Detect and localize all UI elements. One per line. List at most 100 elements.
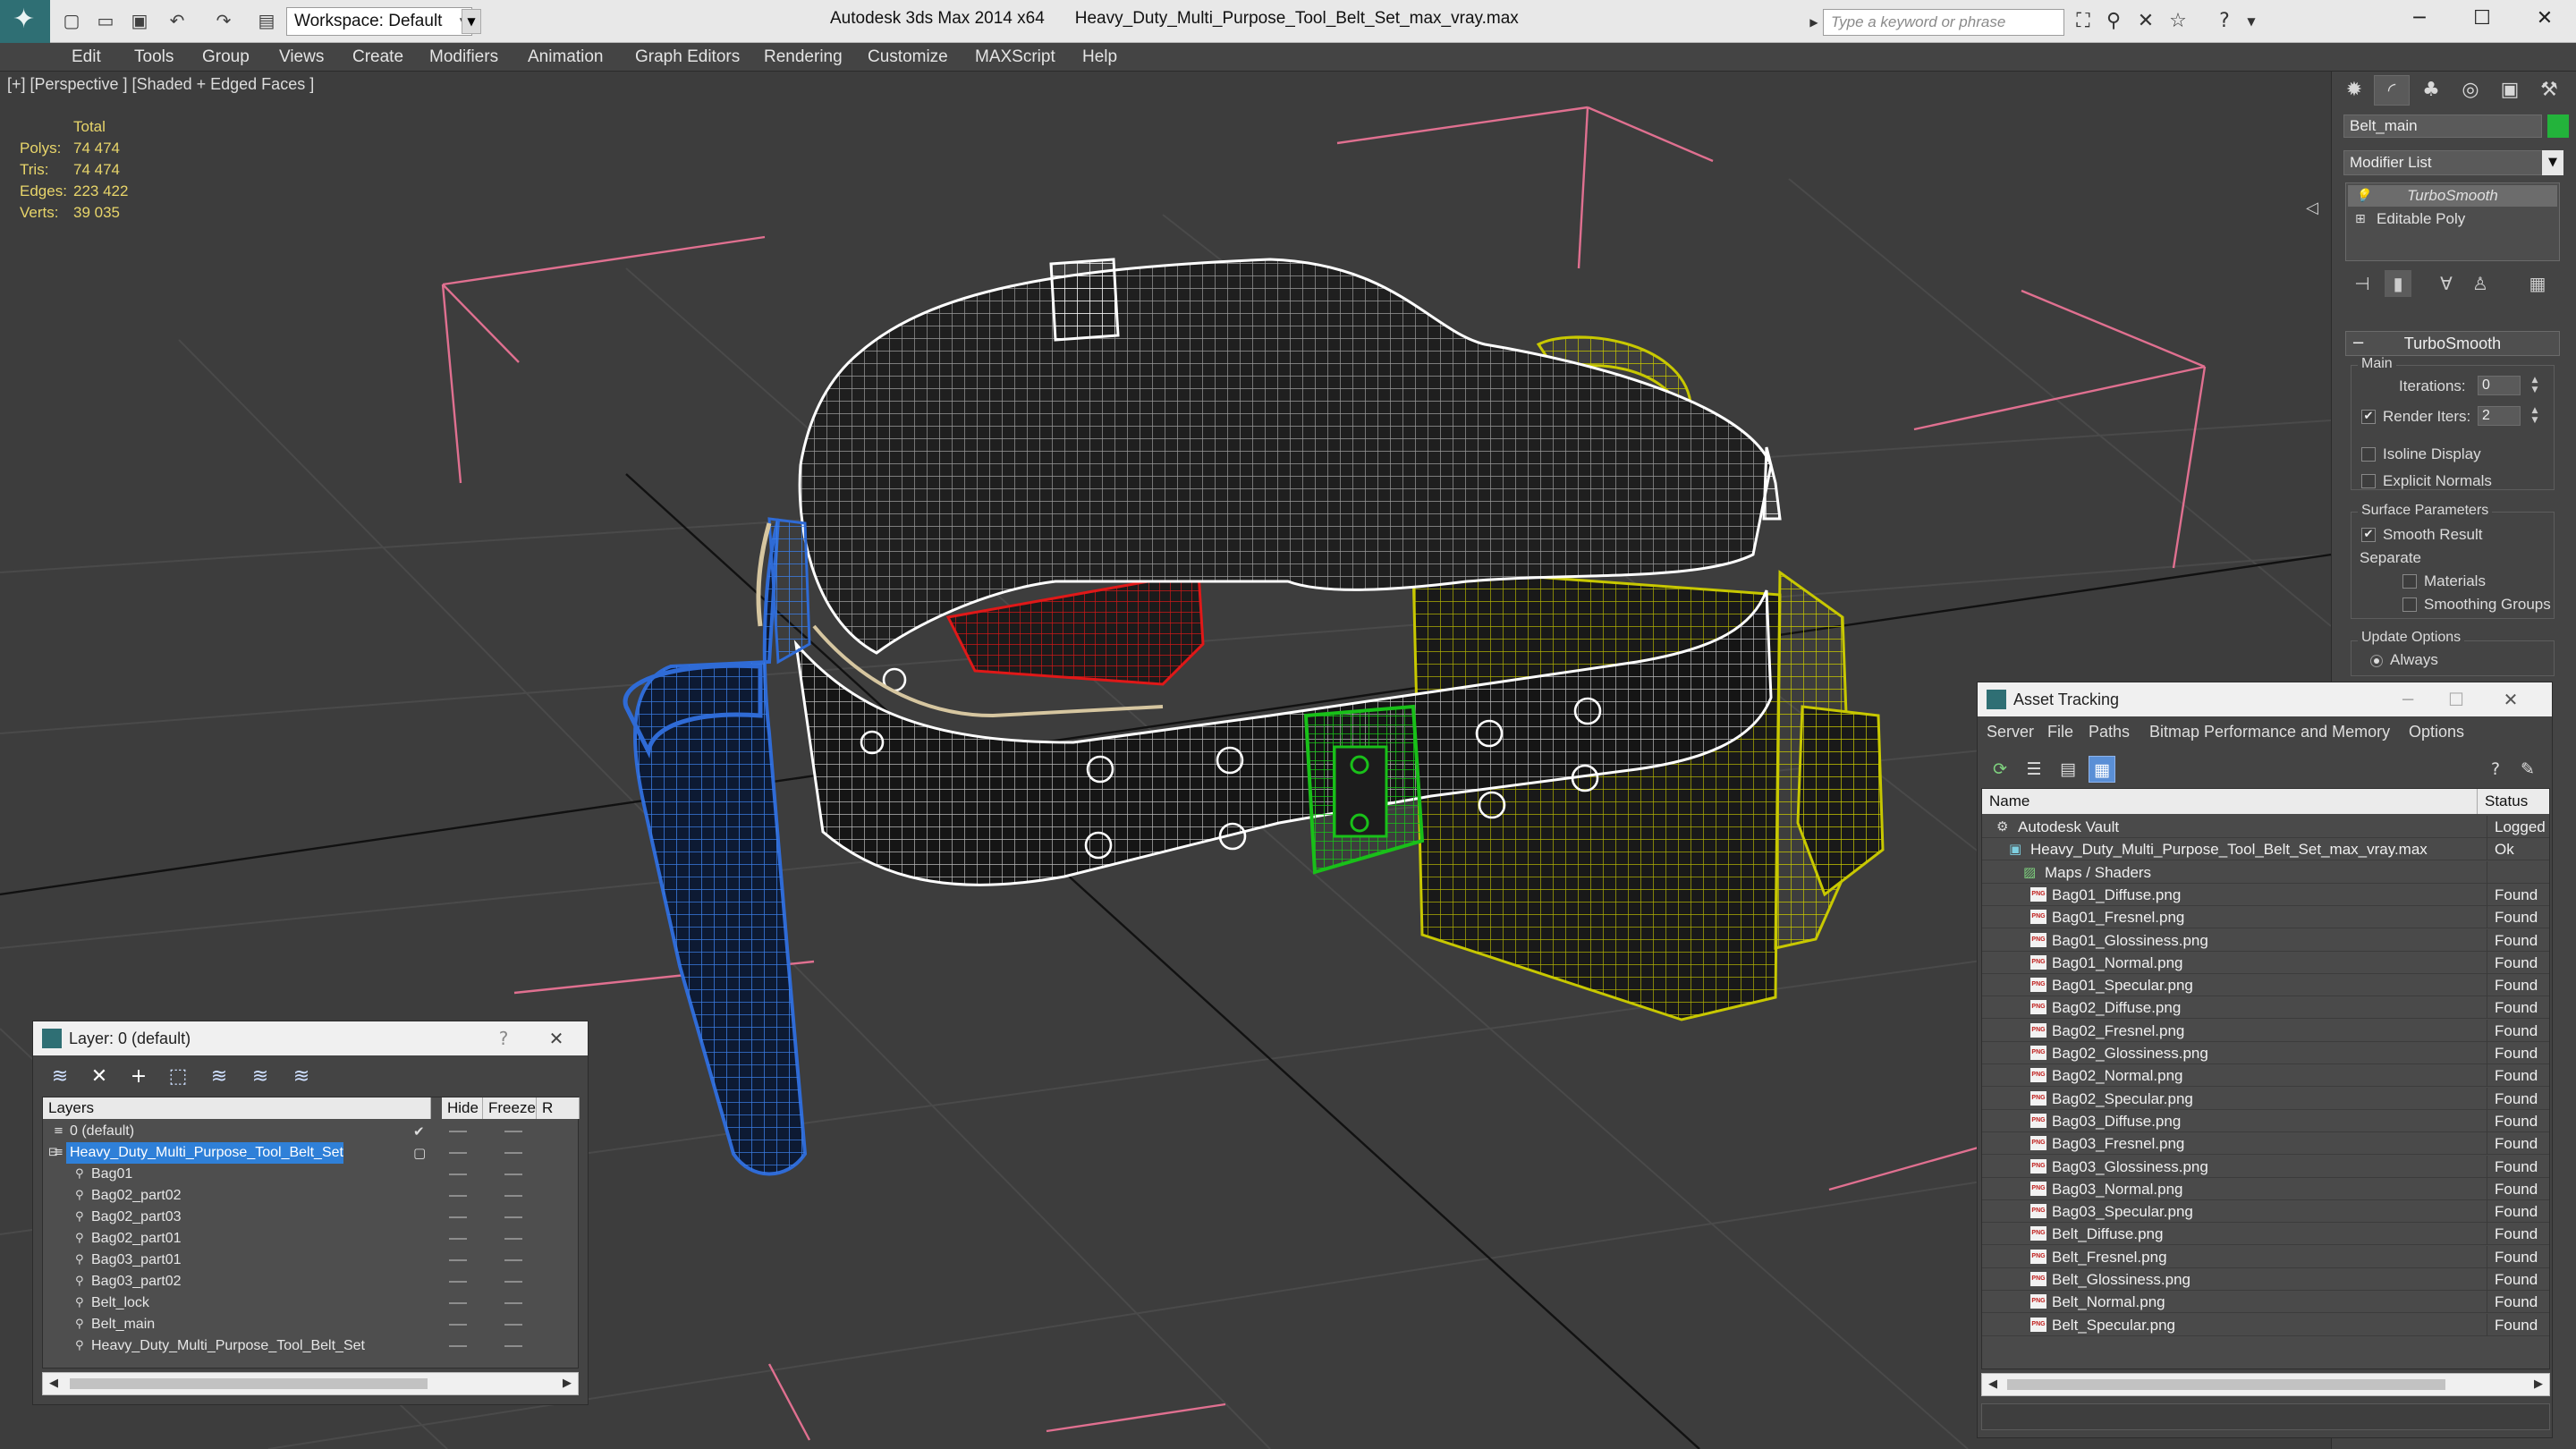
freeze-toggle[interactable] (504, 1238, 522, 1240)
menu-views[interactable]: Views (279, 43, 324, 72)
menu-tools[interactable]: Tools (134, 43, 174, 72)
scroll-right-icon[interactable]: ▶ (556, 1373, 578, 1394)
help-options-icon[interactable]: ✎ (2514, 756, 2541, 783)
freeze-toggle[interactable] (504, 1131, 522, 1132)
freeze-toggle[interactable] (504, 1174, 522, 1175)
smooth-result-checkbox[interactable]: ✔ (2361, 528, 2376, 542)
iterations-spinner[interactable]: 0 (2478, 376, 2521, 395)
menu-customize[interactable]: Customize (868, 43, 948, 72)
asset-menu-options[interactable]: Options (2409, 718, 2464, 745)
select-objects-icon[interactable]: ⬚ (160, 1061, 196, 1093)
layer-horizontal-scrollbar[interactable]: ◀ ▶ (42, 1372, 579, 1395)
asset-row[interactable]: PNG Belt_Fresnel.png Found (1982, 1245, 2549, 1268)
asset-row[interactable]: PNG Belt_Glossiness.png Found (1982, 1268, 2549, 1291)
chevron-down-icon[interactable]: ▼ (2542, 150, 2563, 175)
workspace-dropdown[interactable]: Workspace: Default▼ (286, 7, 472, 36)
scroll-right-icon[interactable]: ▶ (2528, 1374, 2549, 1395)
redo-icon[interactable]: ↷ (211, 8, 236, 33)
panel-collapse-arrow-icon[interactable]: ◁ (2306, 199, 2318, 217)
smoothing-groups-checkbox[interactable] (2402, 597, 2417, 612)
column-name[interactable]: Name (1982, 789, 2478, 814)
grid-view-icon[interactable]: ▦ (2089, 756, 2115, 783)
lightbulb-icon[interactable]: 💡 (2355, 185, 2370, 207)
menu-modifiers[interactable]: Modifiers (429, 43, 498, 72)
subscription-icon[interactable]: ⚲ (2100, 8, 2127, 35)
layer-object-row[interactable]: ⚲ Belt_lock (43, 1292, 578, 1314)
project-icon[interactable]: ▤ (254, 8, 279, 33)
save-icon[interactable]: ▣ (127, 8, 152, 33)
asset-row[interactable]: ▨ Maps / Shaders (1982, 860, 2549, 884)
layer-object-row[interactable]: ⚲ Bag03_part02 (43, 1271, 578, 1292)
freeze-toggle[interactable] (504, 1259, 522, 1261)
configure-sets-icon[interactable]: ▦ (2524, 270, 2551, 297)
layer-row[interactable]: ≡ ⊟ Heavy_Duty_Multi_Purpose_Tool_Belt_Set… (43, 1142, 578, 1164)
search-expand-icon[interactable]: ▶ (1805, 9, 1823, 36)
help-icon[interactable]: ? (2482, 756, 2509, 783)
column-freeze[interactable]: Freeze (483, 1097, 537, 1119)
menu-create[interactable]: Create (352, 43, 403, 72)
help-dropdown-icon[interactable]: ▼ (2238, 8, 2265, 35)
collapse-icon[interactable]: ⊟ (48, 1142, 58, 1164)
binoculars-icon[interactable]: ⛶ (2070, 8, 2097, 35)
freeze-toggle[interactable] (504, 1345, 522, 1347)
current-layer-check-icon[interactable]: ✔ (413, 1121, 425, 1142)
make-unique-icon[interactable]: ∀ (2433, 270, 2460, 297)
minimize-button[interactable]: ─ (2388, 0, 2451, 39)
hide-toggle[interactable] (449, 1131, 467, 1132)
display-tab-icon[interactable]: ▣ (2492, 75, 2528, 106)
open-icon[interactable]: ▭ (93, 8, 118, 33)
asset-row[interactable]: PNG Belt_Specular.png Found (1982, 1313, 2549, 1336)
close-button[interactable]: ✕ (2484, 682, 2538, 716)
hide-toggle[interactable] (449, 1216, 467, 1218)
hierarchy-tab-icon[interactable]: ♣ (2413, 75, 2449, 106)
close-button[interactable]: ✕ (2513, 0, 2576, 39)
favorites-star-icon[interactable]: ☆ (2165, 8, 2191, 35)
asset-row[interactable]: PNG Bag01_Diffuse.png Found (1982, 883, 2549, 906)
always-radio[interactable] (2370, 655, 2383, 667)
scroll-left-icon[interactable]: ◀ (1982, 1374, 2004, 1395)
search-input[interactable]: Type a keyword or phrase (1823, 9, 2064, 36)
layer-object-row[interactable]: ⚲ Belt_main (43, 1314, 578, 1335)
utilities-tab-icon[interactable]: ⚒ (2531, 75, 2567, 106)
stack-item-editable-poly[interactable]: ⊞ Editable Poly (2348, 208, 2557, 230)
menu-animation[interactable]: Animation (528, 43, 604, 72)
asset-row[interactable]: PNG Bag02_Diffuse.png Found (1982, 996, 2549, 1020)
layer-object-row[interactable]: ⚲ Bag02_part01 (43, 1228, 578, 1250)
asset-row[interactable]: PNG Bag02_Specular.png Found (1982, 1087, 2549, 1110)
hide-toggle[interactable] (449, 1324, 467, 1326)
asset-row[interactable]: PNG Bag02_Glossiness.png Found (1982, 1042, 2549, 1064)
layer-object-row[interactable]: ⚲ Bag03_part01 (43, 1250, 578, 1271)
hide-toggle[interactable] (449, 1152, 467, 1154)
hide-toggle[interactable] (449, 1238, 467, 1240)
highlight-layer-icon[interactable]: ≋ (201, 1061, 237, 1093)
help-icon[interactable]: ? (2211, 8, 2238, 35)
asset-row[interactable]: PNG Bag02_Fresnel.png Found (1982, 1019, 2549, 1042)
freeze-all-icon[interactable]: ≋ (284, 1061, 319, 1093)
workspace-options-button[interactable]: ▼ (462, 9, 481, 34)
help-button[interactable]: ? (486, 1021, 521, 1055)
asset-row[interactable]: PNG Bag03_Fresnel.png Found (1982, 1132, 2549, 1156)
render-iters-checkbox[interactable]: ✔ (2361, 410, 2376, 424)
layer-object-row[interactable]: ⚲ Heavy_Duty_Multi_Purpose_Tool_Belt_Set (43, 1335, 578, 1357)
render-iters-spinner[interactable]: 2 (2478, 406, 2521, 426)
hide-toggle[interactable] (449, 1195, 467, 1197)
list-view-icon[interactable]: ☰ (2021, 756, 2047, 783)
asset-row[interactable]: PNG Bag03_Glossiness.png Found (1982, 1155, 2549, 1178)
scroll-thumb[interactable] (2007, 1379, 2445, 1390)
expand-plus-icon[interactable]: ⊞ (2355, 208, 2366, 230)
modifier-list-dropdown[interactable]: Modifier List (2343, 150, 2558, 175)
object-color-swatch[interactable] (2547, 114, 2569, 138)
hide-toggle[interactable] (449, 1259, 467, 1261)
turbosmooth-rollout-header[interactable]: − TurboSmooth (2345, 331, 2560, 356)
delete-layer-icon[interactable]: ✕ (81, 1061, 117, 1093)
scroll-thumb[interactable] (70, 1378, 428, 1389)
app-menu-button[interactable]: ✦ (0, 0, 50, 43)
asset-row[interactable]: PNG Bag01_Fresnel.png Found (1982, 906, 2549, 929)
asset-menu-server[interactable]: Server (1987, 718, 2034, 745)
asset-row[interactable]: PNG Bag03_Specular.png Found (1982, 1200, 2549, 1224)
asset-menu-bitmap[interactable]: Bitmap Performance and Memory (2149, 718, 2390, 745)
motion-tab-icon[interactable]: ◎ (2453, 75, 2488, 106)
freeze-toggle[interactable] (504, 1152, 522, 1154)
scroll-left-icon[interactable]: ◀ (43, 1373, 64, 1394)
menu-rendering[interactable]: Rendering (764, 43, 843, 72)
